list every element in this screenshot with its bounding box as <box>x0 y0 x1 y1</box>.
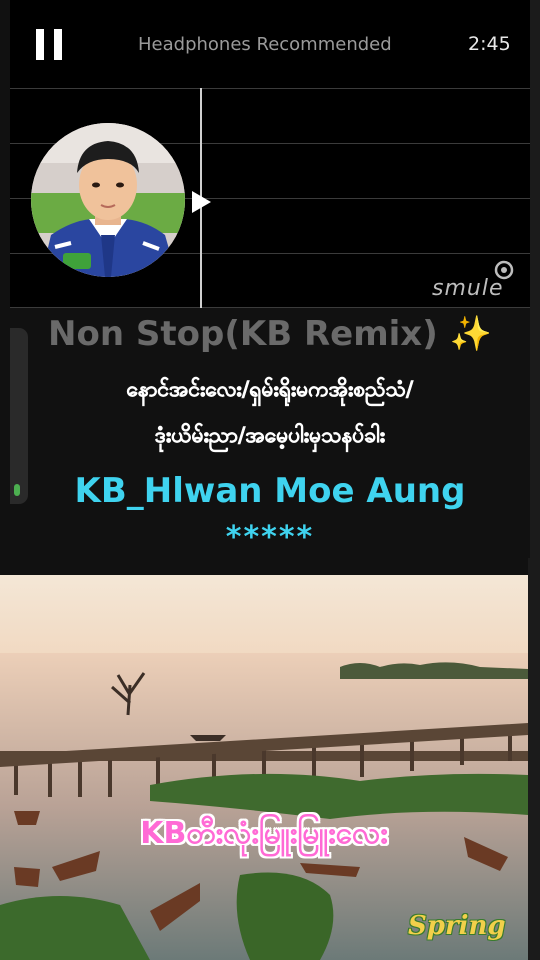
play-marker-icon <box>192 191 211 213</box>
singer-avatar-image <box>31 123 185 277</box>
headphones-hint: Headphones Recommended <box>138 34 392 55</box>
elapsed-time: 2:45 <box>468 33 511 55</box>
lyric-line: ဒုံးယိမ်းညာ/အမေ့ပါးမှသနပ်ခါး <box>154 423 386 448</box>
pitch-line <box>10 88 530 89</box>
lyric-line: နောင်အင်းလေး/ရှမ်းရိုးမကအိုးစည်သံ/ <box>126 377 414 402</box>
photo-caption: KBတီးလုံးမြူးမြူးလေး <box>140 816 388 851</box>
sparkles-icon: ✨ <box>449 314 492 354</box>
rating-stars: ***** <box>225 520 315 555</box>
smule-logo-text: smule <box>432 276 504 301</box>
smule-logo: smule <box>432 258 522 306</box>
cover-photo: KBတီးလုံးမြူးမြူးလေး Spring <box>0 575 528 960</box>
recorder-panel: Headphones Recommended 2:45 smule <box>10 0 530 308</box>
pause-icon-bar <box>54 29 62 60</box>
pause-button[interactable] <box>36 29 62 60</box>
cover-photo-image <box>0 575 528 960</box>
artist-name: KB_Hlwan Moe Aung <box>74 471 466 511</box>
spring-stamp: Spring <box>408 911 506 941</box>
right-gutter <box>528 558 540 960</box>
karaoke-screen: Headphones Recommended 2:45 smule Non St… <box>0 0 540 960</box>
song-title: Non Stop(KB Remix) ✨ <box>10 314 530 354</box>
singer-avatar[interactable] <box>31 123 185 277</box>
pause-icon <box>36 29 44 60</box>
song-title-text: Non Stop(KB Remix) <box>48 314 438 354</box>
top-bar: Headphones Recommended 2:45 <box>10 0 530 88</box>
lyrics-panel: Non Stop(KB Remix) ✨ နောင်အင်းလေး/ရှမ်းရ… <box>10 308 530 558</box>
right-gutter-top <box>530 0 540 558</box>
